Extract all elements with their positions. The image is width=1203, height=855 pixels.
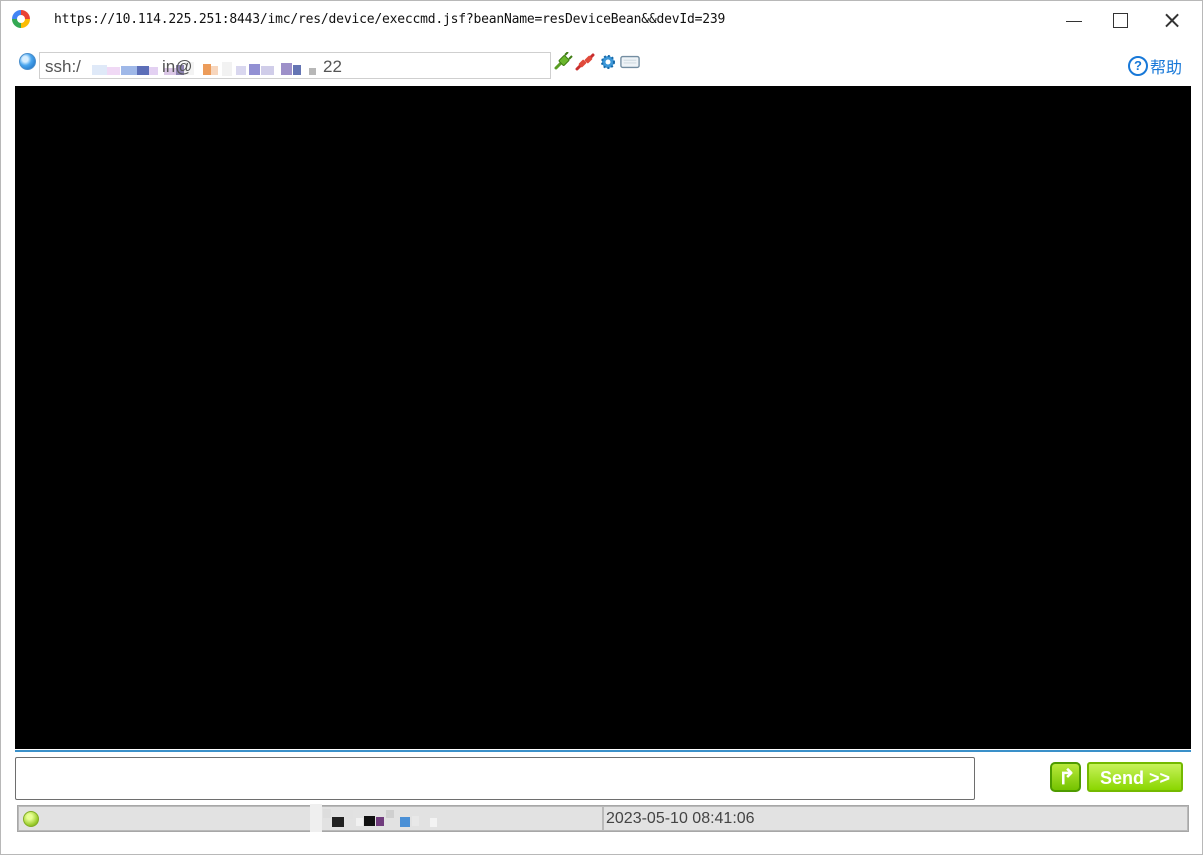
connection-address[interactable]: ssh:/ in@ 22 [39, 52, 551, 79]
command-input[interactable] [15, 757, 975, 800]
redo-arrow-icon: ↱ [1058, 766, 1076, 789]
address-prefix: ssh:/ [45, 57, 81, 76]
globe-icon [19, 53, 36, 70]
address-redaction-2 [203, 62, 316, 76]
window-titlebar: https://10.114.225.251:8443/imc/res/devi… [1, 1, 1202, 39]
status-indicator-icon [23, 811, 39, 827]
status-timestamp: 2023-05-10 08:41:06 [606, 810, 755, 827]
close-button[interactable]: × [1148, 7, 1194, 35]
status-time-panel: 2023-05-10 08:41:06 [604, 807, 1187, 830]
maximize-icon [1113, 13, 1128, 28]
help-label: 帮助 [1150, 60, 1183, 77]
terminal-divider [15, 750, 1191, 752]
maximize-button[interactable] [1097, 7, 1143, 35]
history-button[interactable]: ↱ [1050, 762, 1081, 792]
status-redaction [310, 804, 437, 832]
close-icon: × [1162, 6, 1183, 34]
page-url: https://10.114.225.251:8443/imc/res/devi… [54, 12, 726, 27]
help-icon: ? [1128, 56, 1148, 76]
disconnect-icon[interactable] [575, 52, 595, 72]
terminal-toolbar: ssh:/ in@ 22 ? 帮助 [1, 39, 1202, 85]
browser-window: https://10.114.225.251:8443/imc/res/devi… [0, 0, 1203, 855]
keyboard-icon[interactable] [620, 52, 640, 72]
terminal-screen[interactable] [15, 86, 1191, 749]
help-link[interactable]: ? 帮助 [1128, 54, 1182, 78]
connect-icon[interactable] [553, 52, 573, 72]
minimize-icon [1066, 21, 1082, 22]
connection-status [19, 804, 602, 832]
address-suffix: 22 [323, 57, 342, 76]
browser-icon [12, 10, 30, 28]
send-button[interactable]: Send >> [1087, 762, 1183, 792]
minimize-button[interactable] [1050, 7, 1096, 35]
status-bar: 2023-05-10 08:41:06 [17, 804, 1189, 832]
settings-icon[interactable] [598, 52, 618, 72]
address-middle: in@ [162, 57, 193, 76]
